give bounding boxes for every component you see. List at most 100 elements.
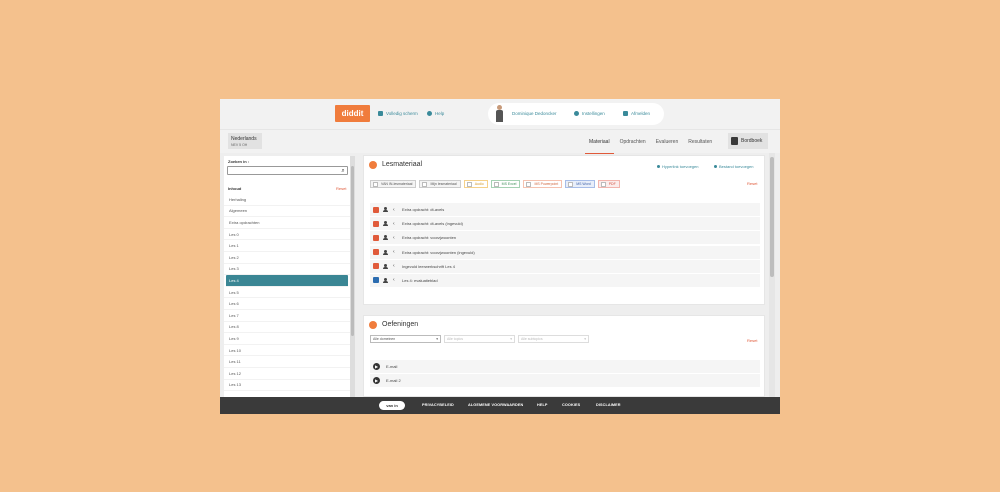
- search-input[interactable]: ⌕: [227, 166, 348, 175]
- list-item[interactable]: ‹ Les 4: evaluatieblad: [370, 273, 760, 287]
- footer-link-disclaimer[interactable]: DISCLAIMER: [596, 403, 621, 407]
- domain-select[interactable]: Alle domeinen ▾: [370, 335, 441, 343]
- list-item[interactable]: ‹ Ingevuld leerwerkschrift Les 4: [370, 259, 760, 273]
- filter-pdf[interactable]: PDF: [597, 180, 620, 188]
- share-with-students-icon[interactable]: [383, 207, 389, 212]
- oefeningen-reset-link[interactable]: Reset: [747, 338, 757, 343]
- filter-label: MS Word: [576, 182, 591, 186]
- diddit-logo[interactable]: diddit: [335, 105, 370, 122]
- logout-button[interactable]: Afmelden: [623, 111, 650, 116]
- filter-label: PDF: [608, 182, 616, 186]
- sidebar-item-extra-opdrachten[interactable]: Extra opdrachten: [224, 217, 350, 229]
- topic-select[interactable]: Alle topics ▾: [444, 335, 515, 343]
- sidebar-item-les-10[interactable]: Les 10: [224, 345, 350, 357]
- item-title[interactable]: Les 4: evaluatieblad: [402, 278, 438, 283]
- filter-audio[interactable]: Audio: [463, 180, 488, 188]
- play-icon[interactable]: ▶: [373, 363, 380, 370]
- tab-opdrachten[interactable]: Opdrachten: [616, 130, 650, 154]
- share-with-students-icon[interactable]: [383, 263, 389, 269]
- share-icon[interactable]: ‹: [393, 263, 398, 269]
- settings-label: Instellingen: [582, 111, 605, 116]
- sidebar-item-les-8[interactable]: Les 8: [224, 322, 350, 334]
- sidebar-item-les-12[interactable]: Les 12: [224, 368, 350, 380]
- filter-mijn[interactable]: Mijn lesmateriaal: [419, 180, 461, 188]
- item-title[interactable]: Ingevuld leerwerkschrift Les 4: [402, 264, 455, 269]
- footer-link-help[interactable]: HELP: [537, 403, 548, 407]
- list-item[interactable]: ‹ Extra opdracht: dt-avels: [370, 203, 760, 216]
- sidebar-scrollbar[interactable]: [350, 156, 355, 397]
- item-title[interactable]: Extra opdracht: voorzjwoonten (ingevuld): [402, 250, 475, 255]
- filter-powerpoint[interactable]: MS Powerpoint: [523, 180, 563, 188]
- filter-label: VAN IN-lesmateriaal: [381, 182, 413, 186]
- sidebar-item-herhaling[interactable]: Herhaling: [224, 194, 350, 206]
- sidebar-item-les-7[interactable]: Les 7: [224, 310, 350, 322]
- share-with-students-icon[interactable]: [383, 221, 389, 227]
- footer-link-privacy[interactable]: PRIVACYBELEID: [422, 403, 454, 407]
- footer-link-voorwaarden[interactable]: ALGEMENE VOORWAARDEN: [468, 403, 523, 407]
- add-file-button[interactable]: Bestand toevoegen: [714, 164, 753, 169]
- avatar[interactable]: [495, 105, 504, 122]
- share-icon[interactable]: ‹: [393, 249, 398, 255]
- course-selector[interactable]: Nederlands NEV 5 OH: [228, 133, 262, 149]
- sidebar-item-les-4[interactable]: Les 4: [226, 275, 348, 287]
- sidebar-item-les-0[interactable]: Les 0: [224, 229, 350, 241]
- list-item[interactable]: ‹ Extra opdracht: voorzjwoonten: [370, 231, 760, 245]
- logout-icon: [623, 111, 628, 116]
- bordboek-button[interactable]: Bordboek: [728, 133, 768, 149]
- item-title[interactable]: Extra opdracht: dt-avels: [402, 207, 444, 212]
- sidebar-item-les-3[interactable]: Les 3: [224, 264, 350, 276]
- share-with-students-icon[interactable]: [383, 249, 389, 255]
- sidebar-reset-link[interactable]: Reset: [336, 186, 346, 191]
- tab-evalueren[interactable]: Evalueren: [652, 130, 683, 154]
- exercise-title[interactable]: E-mail: [386, 364, 397, 369]
- vanin-logo[interactable]: van in: [379, 401, 405, 410]
- pdf-icon: [373, 263, 379, 270]
- filter-vanin[interactable]: VAN IN-lesmateriaal: [370, 180, 417, 188]
- tab-materiaal[interactable]: Materiaal: [585, 130, 614, 154]
- sidebar-item-les-2[interactable]: Les 2: [224, 252, 350, 264]
- checkbox-icon: [600, 181, 606, 187]
- subtopic-select[interactable]: Alle subtopics ▾: [518, 335, 589, 343]
- sidebar-item-les-5[interactable]: Les 5: [224, 287, 350, 299]
- share-icon[interactable]: ‹: [393, 221, 398, 227]
- sidebar-item-les-1[interactable]: Les 1: [224, 240, 350, 252]
- plus-icon: [657, 165, 660, 168]
- sidebar-item-les-9[interactable]: Les 9: [224, 333, 350, 345]
- exercise-title[interactable]: E-mail 2: [386, 378, 401, 383]
- tab-resultaten[interactable]: Resultaten: [684, 130, 716, 154]
- sidebar-item-les-13[interactable]: Les 13: [224, 380, 350, 392]
- inhoud-heading: Inhoud: [228, 186, 242, 191]
- share-icon[interactable]: ‹: [393, 235, 398, 241]
- filter-excel[interactable]: MS Excel: [490, 180, 521, 188]
- search-icon[interactable]: ⌕: [340, 168, 346, 174]
- play-icon[interactable]: ▶: [373, 377, 380, 385]
- checkbox-icon: [568, 181, 574, 187]
- list-item[interactable]: ▶ E-mail 2: [370, 374, 760, 388]
- share-icon[interactable]: ‹: [393, 277, 398, 283]
- item-title[interactable]: Extra opdracht: voorzjwoonten: [402, 235, 456, 240]
- fullscreen-button[interactable]: Volledig scherm: [378, 111, 418, 116]
- item-title[interactable]: Extra opdracht: dt-avels (ingevuld): [402, 221, 463, 226]
- chevron-down-icon: ▾: [436, 337, 438, 341]
- share-with-students-icon[interactable]: [383, 235, 389, 241]
- sidebar-item-les-11[interactable]: Les 11: [224, 356, 350, 368]
- filter-word[interactable]: MS Word: [565, 180, 595, 188]
- share-with-students-icon[interactable]: [383, 277, 389, 283]
- list-item[interactable]: ‹ Extra opdracht: dt-avels (ingevuld): [370, 217, 760, 231]
- bordboek-label: Bordboek: [741, 138, 763, 144]
- settings-button[interactable]: Instellingen: [574, 111, 605, 116]
- add-hyperlink-label: Hyperlink toevoegen: [662, 164, 699, 169]
- footer-link-cookies[interactable]: COOKIES: [562, 403, 580, 407]
- main-scrollbar[interactable]: [769, 153, 775, 397]
- add-hyperlink-button[interactable]: Hyperlink toevoegen: [657, 164, 698, 169]
- list-item[interactable]: ▶ E-mail: [370, 360, 760, 373]
- sidebar-item-algemeen[interactable]: Algemeen: [224, 206, 350, 218]
- list-item[interactable]: ‹ Extra opdracht: voorzjwoonten (ingevul…: [370, 245, 760, 259]
- pdf-icon: [373, 206, 379, 213]
- lesmateriaal-reset-link[interactable]: Reset: [747, 181, 757, 186]
- help-button[interactable]: Help: [427, 111, 444, 116]
- sidebar-item-les-6[interactable]: Les 6: [224, 298, 350, 310]
- word-icon: [373, 277, 379, 284]
- share-icon[interactable]: ‹: [393, 207, 398, 213]
- user-name[interactable]: Dominique Dedoncker: [512, 111, 557, 116]
